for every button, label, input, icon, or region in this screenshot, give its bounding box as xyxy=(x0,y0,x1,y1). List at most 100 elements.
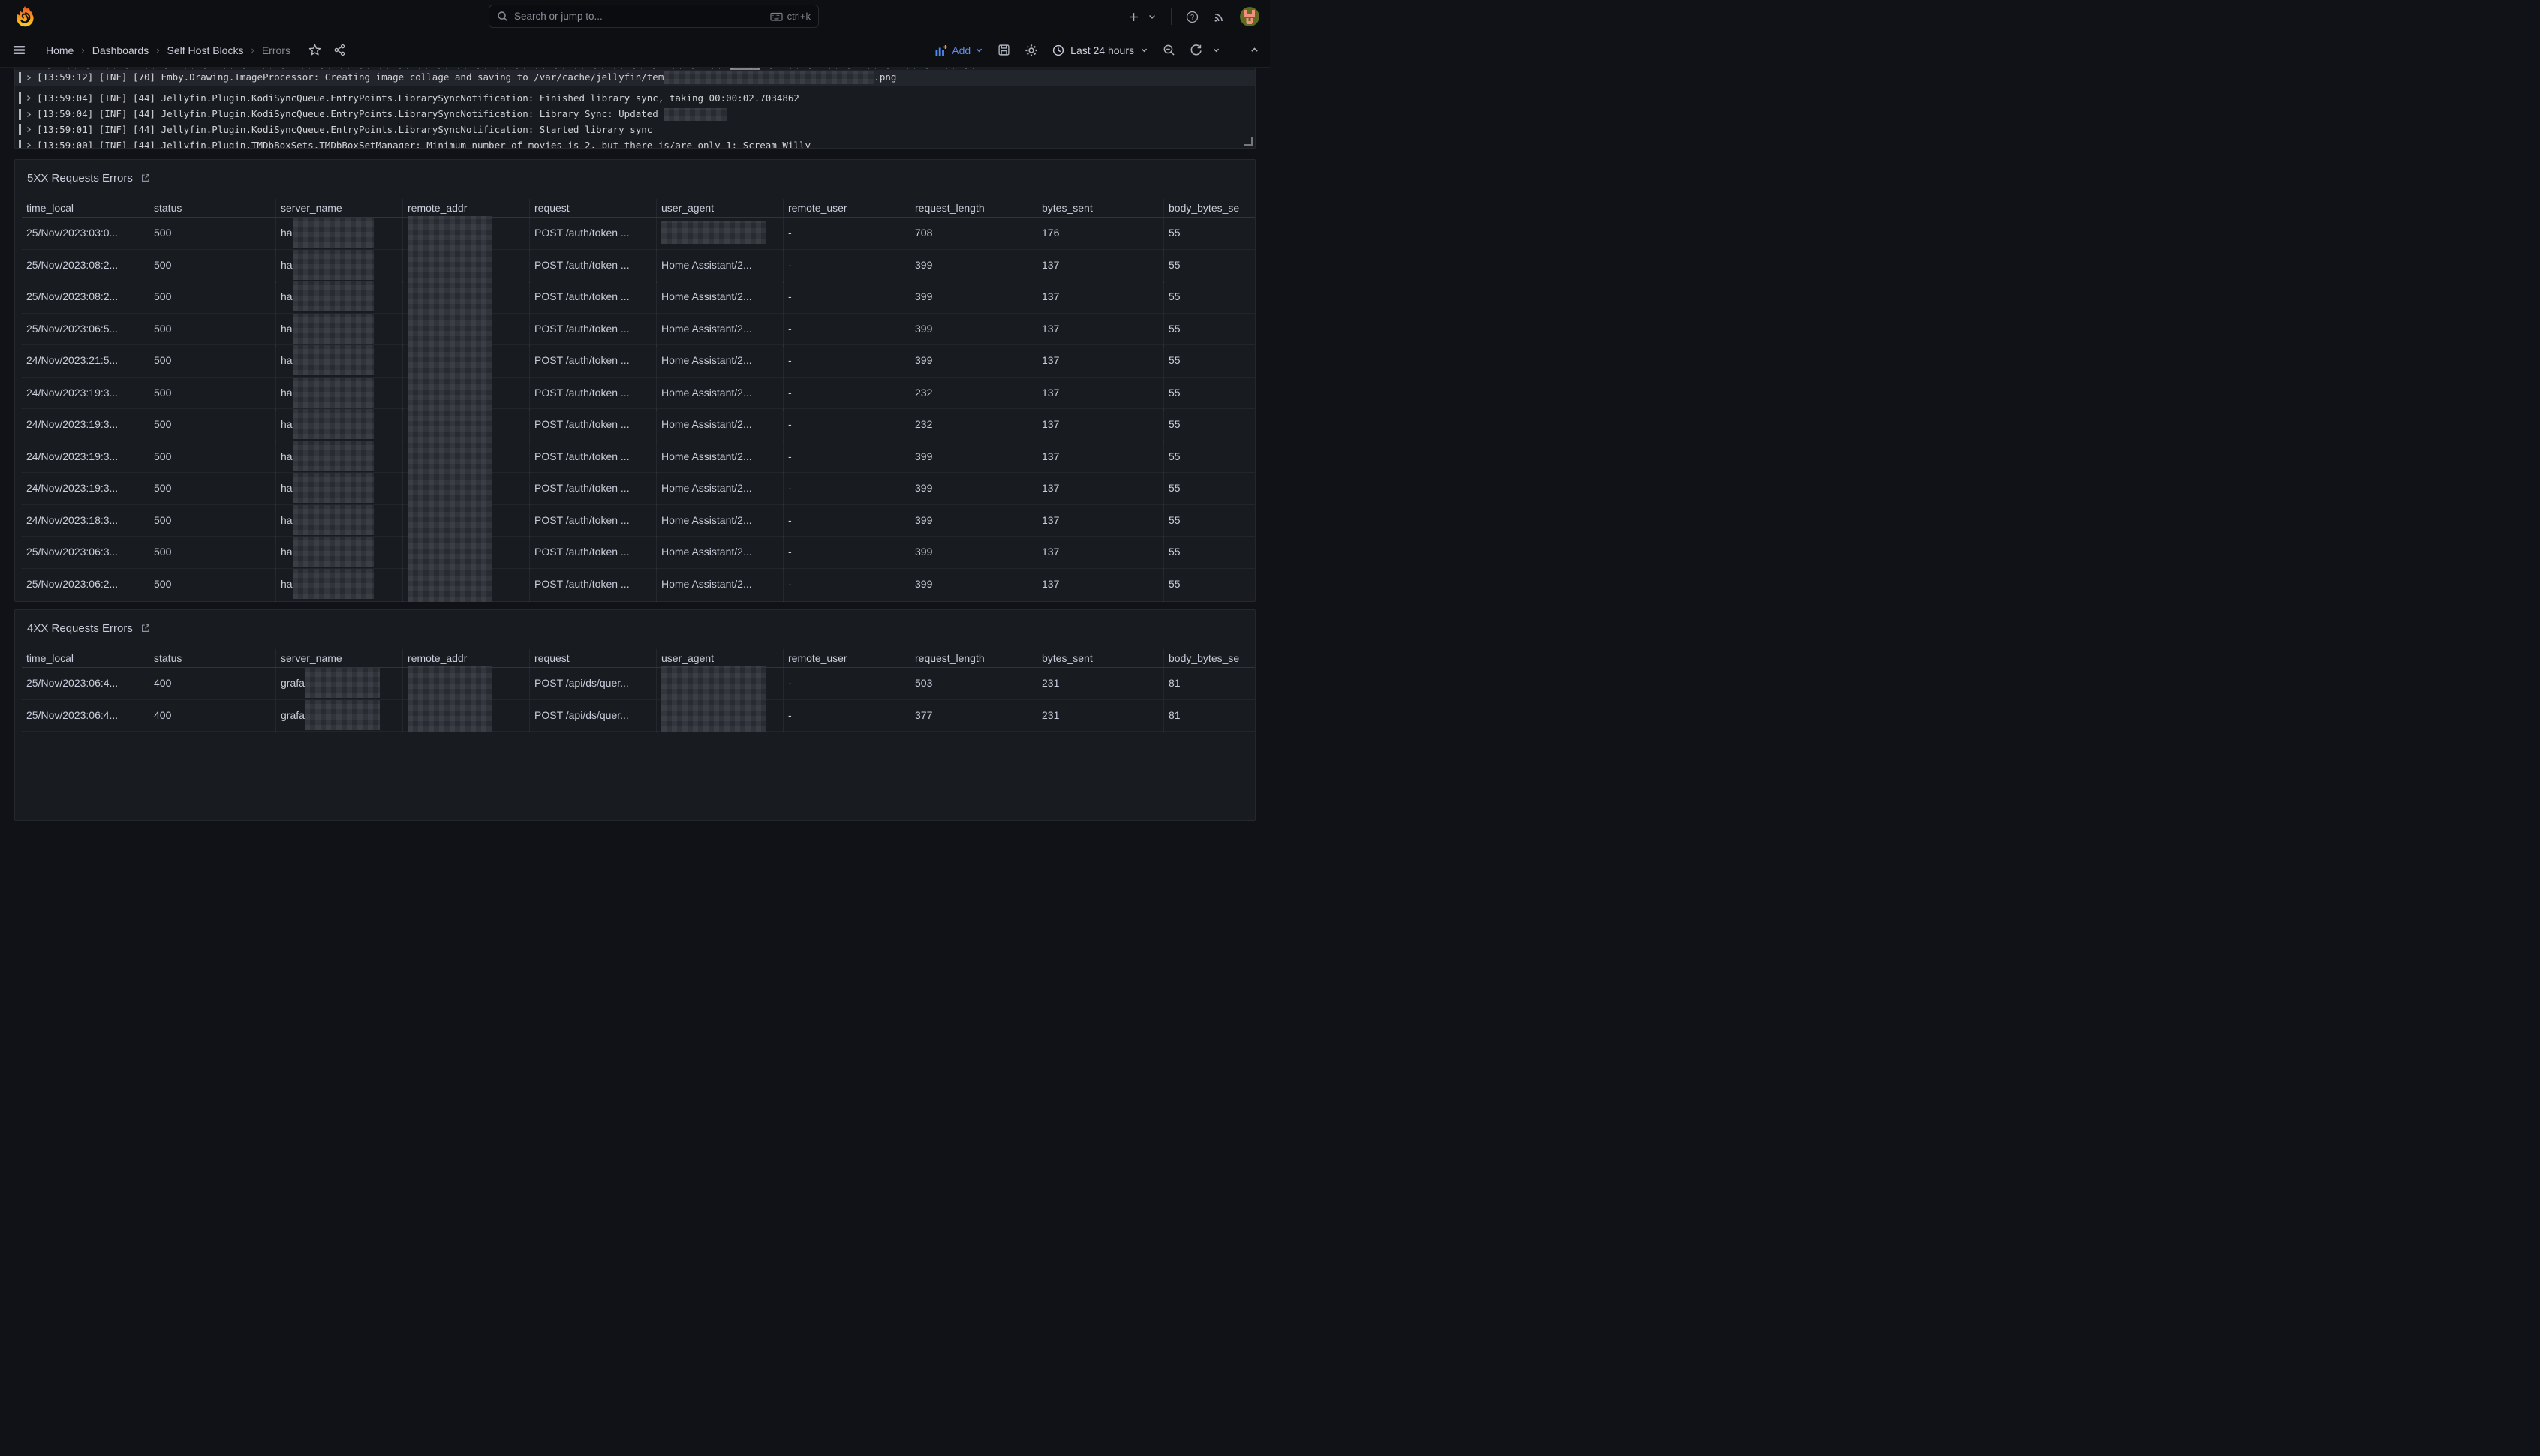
redacted-value xyxy=(293,378,374,408)
table-cell: ha xyxy=(275,537,402,570)
log-row[interactable]: [13:59:01] [INF] [44] Jellyfin.Plugin.Ko… xyxy=(15,122,1255,137)
column-header[interactable]: status xyxy=(149,199,275,217)
column-header[interactable]: time_local xyxy=(22,199,149,217)
table-cell: 55 xyxy=(1163,345,1255,378)
log-row[interactable]: [13:59:04] [INF] [44] Jellyfin.Plugin.Ko… xyxy=(15,107,1255,122)
column-header[interactable]: body_bytes_se xyxy=(1163,199,1255,217)
column-header[interactable]: bytes_sent xyxy=(1037,649,1163,667)
log-level-bar xyxy=(19,72,21,83)
new-plus-button[interactable] xyxy=(1128,11,1139,23)
breadcrumb-self-host-blocks[interactable]: Self Host Blocks xyxy=(167,44,244,56)
log-expand-chevron-icon[interactable] xyxy=(25,110,32,119)
redacted-value xyxy=(408,408,492,442)
external-link-icon[interactable] xyxy=(140,623,151,633)
table-cell: - xyxy=(783,505,910,538)
column-header[interactable]: bytes_sent xyxy=(1037,199,1163,217)
column-header[interactable]: server_name xyxy=(275,649,402,667)
collapse-toolbar-chevron-up-icon[interactable] xyxy=(1250,45,1259,55)
table-cell: POST /auth/token ... xyxy=(529,569,656,602)
save-dashboard-icon[interactable] xyxy=(998,44,1010,56)
table-cell xyxy=(402,250,529,283)
column-header[interactable]: time_local xyxy=(22,649,149,667)
table-cell: 25/Nov/2023:06:2... xyxy=(22,569,149,602)
column-header[interactable]: server_name xyxy=(275,199,402,217)
log-row[interactable]: [13:59:04] [INF] [44] Jellyfin.Plugin.Ko… xyxy=(15,90,1255,105)
breadcrumb-separator: › xyxy=(251,44,254,56)
menu-hamburger-icon[interactable] xyxy=(12,43,26,57)
refresh-interval-chevron-icon[interactable] xyxy=(1212,46,1220,54)
table-cell: POST /auth/token ... xyxy=(529,314,656,347)
table-cell: 399 xyxy=(910,314,1037,347)
column-header[interactable]: remote_addr xyxy=(402,199,529,217)
dashboard-settings-gear-icon[interactable] xyxy=(1025,44,1038,57)
dashboard-actions xyxy=(308,44,346,56)
log-row[interactable]: [13:59:12] [INF] [70] Emby.Drawing.Image… xyxy=(15,70,1255,86)
table-cell: 55 xyxy=(1163,473,1255,506)
topbar-divider xyxy=(1171,8,1172,25)
table-cell: Home Assistant/2... xyxy=(656,441,783,474)
table-cell: POST /auth/token ... xyxy=(529,378,656,411)
add-button[interactable]: Add xyxy=(934,44,983,56)
column-header[interactable]: user_agent xyxy=(656,199,783,217)
log-level-bar xyxy=(19,124,21,135)
table-cell xyxy=(656,700,783,732)
external-link-icon[interactable] xyxy=(140,173,151,183)
breadcrumb-errors: Errors xyxy=(262,44,290,56)
table-cell: POST /api/ds/quer... xyxy=(529,668,656,699)
new-chevron-down-icon[interactable] xyxy=(1148,12,1157,21)
table-cell: 137 xyxy=(1037,345,1163,378)
table-cell: 137 xyxy=(1037,250,1163,283)
table-cell: - xyxy=(783,441,910,474)
redacted-value xyxy=(664,108,727,121)
table-cell: 500 xyxy=(149,537,275,570)
refresh-icon[interactable] xyxy=(1190,44,1202,56)
column-header[interactable]: remote_user xyxy=(783,199,910,217)
search-icon xyxy=(497,11,508,22)
user-avatar[interactable] xyxy=(1240,7,1259,26)
column-header[interactable]: body_bytes_se xyxy=(1163,649,1255,667)
log-expand-chevron-icon[interactable] xyxy=(25,141,32,149)
table-cell: 399 xyxy=(910,537,1037,570)
news-rss-icon[interactable] xyxy=(1213,11,1226,23)
time-range-picker[interactable]: Last 24 hours xyxy=(1052,44,1148,56)
help-icon[interactable]: ? xyxy=(1186,11,1199,23)
zoom-out-icon[interactable] xyxy=(1163,44,1175,56)
column-header[interactable]: request_length xyxy=(910,649,1037,667)
log-expand-chevron-icon[interactable] xyxy=(25,125,32,134)
time-range-chevron-down-icon xyxy=(1140,46,1148,54)
column-header[interactable]: remote_user xyxy=(783,649,910,667)
search-input[interactable]: Search or jump to... ctrl+k xyxy=(489,5,819,28)
column-header[interactable]: user_agent xyxy=(656,649,783,667)
breadcrumb-home[interactable]: Home xyxy=(46,44,74,56)
share-icon[interactable] xyxy=(333,44,346,56)
table-cell: 500 xyxy=(149,345,275,378)
shortcut-label: ctrl+k xyxy=(787,11,811,22)
column-header[interactable]: request xyxy=(529,199,656,217)
breadcrumb-dashboards[interactable]: Dashboards xyxy=(92,44,149,56)
log-expand-chevron-icon[interactable] xyxy=(25,94,32,102)
favorite-star-icon[interactable] xyxy=(308,44,321,56)
grafana-logo-icon[interactable] xyxy=(15,6,35,27)
table-cell xyxy=(402,314,529,347)
table-cell: 400 xyxy=(149,668,275,699)
table-cell xyxy=(656,218,783,251)
table-row: 25/Nov/2023:06:4...400grafaPOST /api/ds/… xyxy=(22,700,1255,733)
table-cell: 55 xyxy=(1163,409,1255,442)
log-expand-chevron-icon[interactable] xyxy=(25,74,32,82)
log-row[interactable]: [13:59:00] [INF] [44] Jellyfin.Plugin.TM… xyxy=(15,137,1255,149)
column-header[interactable]: remote_addr xyxy=(402,649,529,667)
column-header[interactable]: request xyxy=(529,649,656,667)
column-header[interactable]: request_length xyxy=(910,199,1037,217)
panel-title[interactable]: 4XX Requests Errors xyxy=(27,622,133,635)
table-cell: ha xyxy=(275,505,402,538)
table-cell: POST /api/ds/quer... xyxy=(529,700,656,732)
table-cell: 399 xyxy=(910,473,1037,506)
redacted-value xyxy=(408,535,492,570)
panel-resize-handle[interactable] xyxy=(1244,137,1253,146)
table-row: 25/Nov/2023:08:2...500haPOST /auth/token… xyxy=(22,250,1255,282)
table-cell: Home Assistant/2... xyxy=(656,314,783,347)
table-cell xyxy=(402,569,529,602)
column-header[interactable]: status xyxy=(149,649,275,667)
panel-title[interactable]: 5XX Requests Errors xyxy=(27,172,133,185)
redacted-value xyxy=(408,312,492,347)
